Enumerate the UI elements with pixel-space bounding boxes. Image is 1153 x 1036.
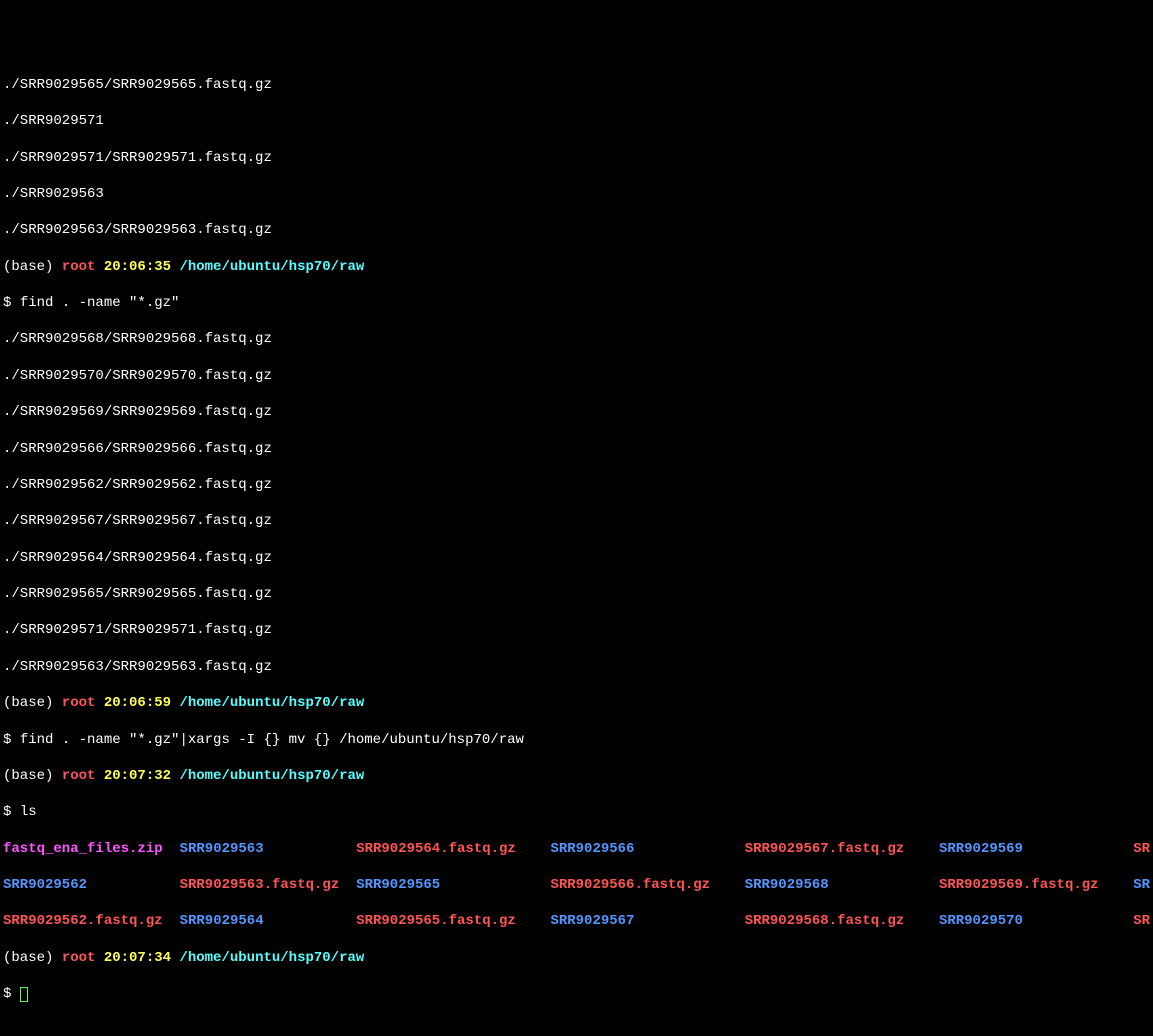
ls-row: SRR9029562SRR9029563.fastq.gzSRR9029565S… bbox=[3, 876, 1150, 894]
prompt-symbol: $ bbox=[3, 295, 20, 311]
ls-directory: SRR9029566 bbox=[550, 840, 744, 858]
ls-row: SRR9029562.fastq.gzSRR9029564SRR9029565.… bbox=[3, 912, 1150, 930]
output-line: ./SRR9029571/SRR9029571.fastq.gz bbox=[3, 621, 1150, 639]
prompt-line: (base) root 20:07:34 /home/ubuntu/hsp70/… bbox=[3, 949, 1150, 967]
prompt-time: 20:06:35 bbox=[104, 259, 180, 275]
ls-file-gz: SRR9029569.fastq.gz bbox=[939, 876, 1133, 894]
output-line: ./SRR9029570/SRR9029570.fastq.gz bbox=[3, 367, 1150, 385]
output-line: ./SRR9029568/SRR9029568.fastq.gz bbox=[3, 330, 1150, 348]
ls-file-gz: SRR9029568.fastq.gz bbox=[745, 912, 939, 930]
ls-directory: SRR9029567 bbox=[550, 912, 744, 930]
prompt-path: /home/ubuntu/hsp70/raw bbox=[179, 259, 364, 275]
ls-directory: SRR9029568 bbox=[745, 876, 939, 894]
ls-file-gz: SRR9029563.fastq.gz bbox=[180, 876, 357, 894]
ls-directory: SRR9029564 bbox=[180, 912, 357, 930]
prompt-line: (base) root 20:06:59 /home/ubuntu/hsp70/… bbox=[3, 694, 1150, 712]
ls-directory-cut: SR bbox=[1133, 876, 1150, 894]
prompt-path: /home/ubuntu/hsp70/raw bbox=[179, 695, 364, 711]
command-input-line[interactable]: $ bbox=[3, 985, 1150, 1003]
output-line: ./SRR9029565/SRR9029565.fastq.gz bbox=[3, 76, 1150, 94]
command-line: $ ls bbox=[3, 803, 1150, 821]
prompt-base: (base) bbox=[3, 768, 62, 784]
prompt-symbol: $ bbox=[3, 986, 20, 1002]
ls-directory: SRR9029565 bbox=[356, 876, 550, 894]
command-line: $ find . -name "*.gz" bbox=[3, 294, 1150, 312]
prompt-base: (base) bbox=[3, 259, 62, 275]
ls-file-cut: SR bbox=[1133, 912, 1150, 930]
output-line: ./SRR9029564/SRR9029564.fastq.gz bbox=[3, 549, 1150, 567]
prompt-base: (base) bbox=[3, 950, 62, 966]
prompt-user: root bbox=[62, 259, 104, 275]
ls-file-gz: SRR9029565.fastq.gz bbox=[356, 912, 550, 930]
prompt-line: (base) root 20:06:35 /home/ubuntu/hsp70/… bbox=[3, 258, 1150, 276]
prompt-time: 20:07:34 bbox=[104, 950, 180, 966]
command-line: $ find . -name "*.gz"|xargs -I {} mv {} … bbox=[3, 731, 1150, 749]
ls-file-archive: fastq_ena_files.zip bbox=[3, 840, 180, 858]
prompt-time: 20:06:59 bbox=[104, 695, 180, 711]
output-line: ./SRR9029563/SRR9029563.fastq.gz bbox=[3, 221, 1150, 239]
prompt-base: (base) bbox=[3, 695, 62, 711]
output-line: ./SRR9029566/SRR9029566.fastq.gz bbox=[3, 440, 1150, 458]
cursor-icon bbox=[20, 987, 28, 1002]
prompt-path: /home/ubuntu/hsp70/raw bbox=[179, 950, 364, 966]
output-line: ./SRR9029571 bbox=[3, 112, 1150, 130]
ls-file-gz: SRR9029564.fastq.gz bbox=[356, 840, 550, 858]
prompt-path: /home/ubuntu/hsp70/raw bbox=[179, 768, 364, 784]
ls-file-cut: SR bbox=[1133, 840, 1150, 858]
prompt-user: root bbox=[62, 695, 104, 711]
command-text: ls bbox=[20, 804, 37, 820]
output-line: ./SRR9029569/SRR9029569.fastq.gz bbox=[3, 403, 1150, 421]
ls-row: fastq_ena_files.zipSRR9029563SRR9029564.… bbox=[3, 840, 1150, 858]
prompt-symbol: $ bbox=[3, 732, 20, 748]
prompt-symbol: $ bbox=[3, 804, 20, 820]
ls-directory: SRR9029570 bbox=[939, 912, 1133, 930]
command-text: find . -name "*.gz" bbox=[20, 295, 180, 311]
ls-directory: SRR9029563 bbox=[180, 840, 357, 858]
prompt-user: root bbox=[62, 950, 104, 966]
output-line: ./SRR9029563/SRR9029563.fastq.gz bbox=[3, 658, 1150, 676]
ls-file-gz: SRR9029562.fastq.gz bbox=[3, 912, 180, 930]
output-line: ./SRR9029567/SRR9029567.fastq.gz bbox=[3, 512, 1150, 530]
prompt-time: 20:07:32 bbox=[104, 768, 180, 784]
prompt-line: (base) root 20:07:32 /home/ubuntu/hsp70/… bbox=[3, 767, 1150, 785]
ls-directory: SRR9029562 bbox=[3, 876, 180, 894]
output-line: ./SRR9029571/SRR9029571.fastq.gz bbox=[3, 149, 1150, 167]
terminal-output[interactable]: ./SRR9029565/SRR9029565.fastq.gz ./SRR90… bbox=[3, 58, 1150, 1022]
output-line: ./SRR9029563 bbox=[3, 185, 1150, 203]
output-line: ./SRR9029565/SRR9029565.fastq.gz bbox=[3, 585, 1150, 603]
prompt-user: root bbox=[62, 768, 104, 784]
output-line: ./SRR9029562/SRR9029562.fastq.gz bbox=[3, 476, 1150, 494]
ls-file-gz: SRR9029566.fastq.gz bbox=[550, 876, 744, 894]
command-text: find . -name "*.gz"|xargs -I {} mv {} /h… bbox=[20, 732, 524, 748]
ls-file-gz: SRR9029567.fastq.gz bbox=[745, 840, 939, 858]
ls-directory: SRR9029569 bbox=[939, 840, 1133, 858]
